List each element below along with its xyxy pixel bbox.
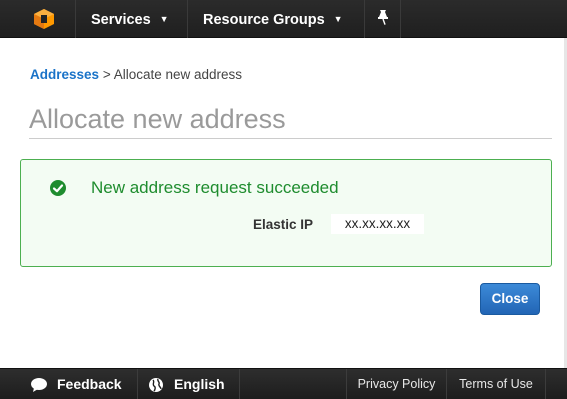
breadcrumb-link-addresses[interactable]: Addresses <box>30 67 99 82</box>
chevron-down-icon: ▼ <box>159 14 169 24</box>
aws-cube-icon <box>34 9 54 29</box>
pin-icon <box>378 10 388 25</box>
page-title: Allocate new address <box>29 104 286 134</box>
language-selector[interactable]: English <box>138 369 240 399</box>
speech-bubble-icon <box>31 378 47 392</box>
terms-of-use-link[interactable]: Terms of Use <box>446 369 546 399</box>
top-navigation-bar: Services ▼ Resource Groups ▼ <box>0 0 567 38</box>
elastic-ip-label: Elastic IP <box>253 217 314 232</box>
feedback-button[interactable]: Feedback <box>20 369 138 399</box>
elastic-ip-value: xx.xx.xx.xx <box>331 214 424 234</box>
resource-groups-label: Resource Groups <box>203 12 325 28</box>
footer-bar: Feedback English Privacy Policy Terms of… <box>0 368 567 399</box>
close-button[interactable]: Close <box>480 283 540 315</box>
feedback-label: Feedback <box>57 376 122 392</box>
privacy-policy-link[interactable]: Privacy Policy <box>346 369 446 399</box>
globe-icon <box>149 378 163 392</box>
breadcrumb: Addresses > Allocate new address <box>30 67 242 82</box>
breadcrumb-separator: > <box>102 67 111 82</box>
breadcrumb-current: Allocate new address <box>113 67 243 82</box>
services-menu[interactable]: Services ▼ <box>76 0 188 38</box>
chevron-down-icon: ▼ <box>333 14 343 24</box>
check-circle-icon <box>50 180 66 196</box>
resource-groups-menu[interactable]: Resource Groups ▼ <box>188 0 365 38</box>
language-label: English <box>174 376 225 392</box>
services-label: Services <box>91 12 151 28</box>
pin-button[interactable] <box>365 0 401 38</box>
aws-logo[interactable] <box>0 0 76 38</box>
title-divider <box>29 138 552 139</box>
success-alert: New address request succeeded Elastic IP… <box>20 159 552 267</box>
success-message: New address request succeeded <box>91 178 339 197</box>
